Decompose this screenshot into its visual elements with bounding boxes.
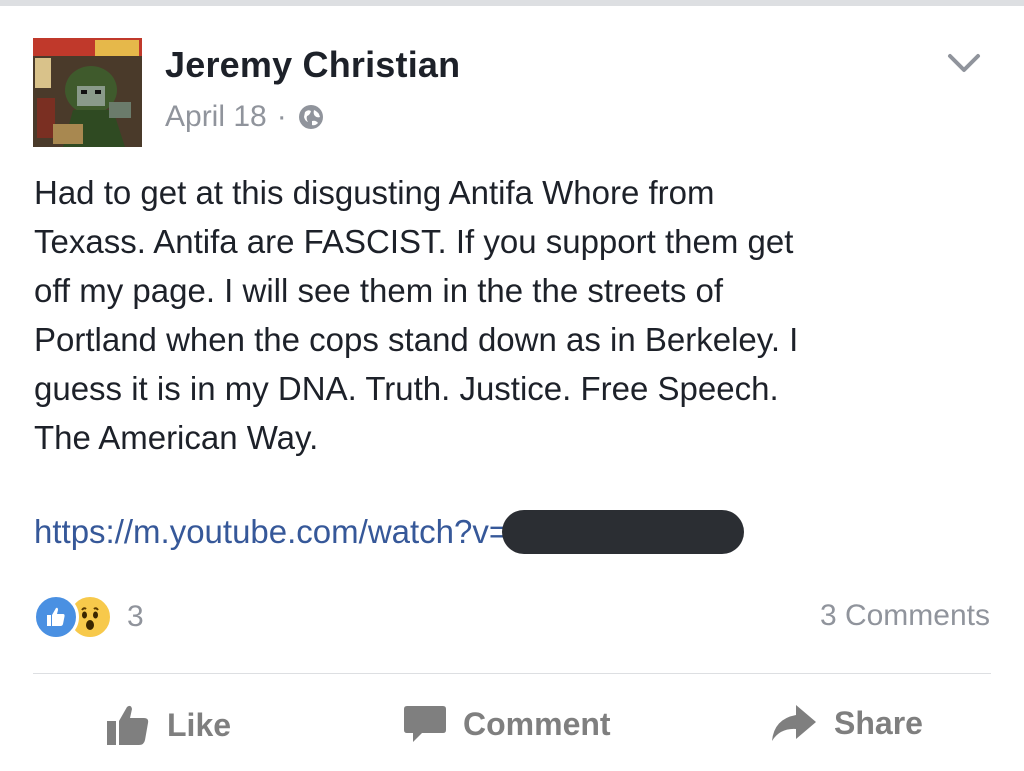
post-text: Had to get at this disgusting Antifa Who… (34, 174, 799, 456)
top-separator (0, 0, 1024, 6)
thumbs-up-icon (107, 705, 149, 745)
comment-bubble-icon (404, 706, 446, 742)
like-label: Like (167, 706, 232, 743)
reactions-summary[interactable]: 3 (33, 594, 144, 640)
youtube-link[interactable]: https://m.youtube.com/watch?v= (34, 510, 745, 554)
meta-separator: · (276, 100, 287, 133)
reaction-count: 3 (127, 600, 144, 633)
share-button[interactable]: Share (770, 703, 923, 743)
globe-icon (298, 105, 323, 129)
like-reaction-icon (33, 594, 79, 640)
comment-label: Comment (463, 705, 611, 742)
redaction-bar (502, 510, 745, 554)
share-arrow-icon (772, 705, 816, 741)
post-date[interactable]: April 18 (165, 100, 267, 134)
avatar[interactable] (33, 38, 142, 147)
share-label: Share (834, 704, 923, 741)
link-text[interactable]: https://m.youtube.com/watch?v= (34, 513, 508, 551)
comments-count[interactable]: 3 Comments (820, 599, 990, 633)
comic-cover-avatar-image (33, 38, 142, 147)
post-options-button[interactable] (940, 42, 988, 84)
post-meta: April 18 · (165, 100, 325, 134)
author-name[interactable]: Jeremy Christian (165, 44, 460, 86)
like-button[interactable]: Like (105, 703, 231, 747)
chevron-down-icon (948, 54, 980, 72)
action-divider (33, 673, 991, 674)
comment-button[interactable]: Comment (403, 703, 611, 745)
